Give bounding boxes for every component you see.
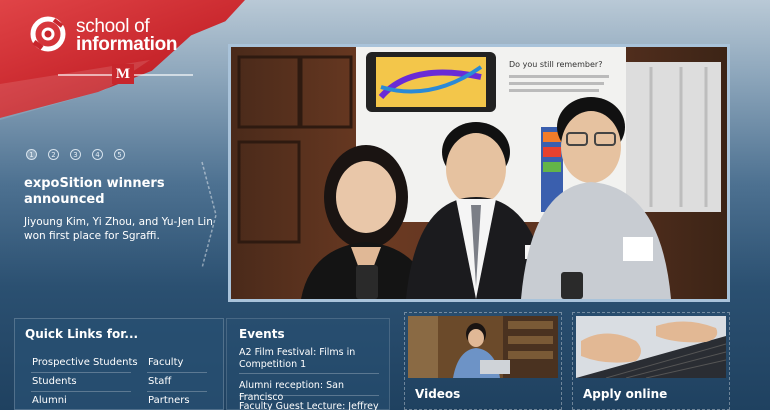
divider <box>31 372 131 373</box>
videos-tile[interactable]: Videos <box>404 312 562 410</box>
quick-link-partners[interactable]: Partners <box>148 395 190 406</box>
chevron-right-icon[interactable] <box>198 160 220 270</box>
poster-heading: Do you still remember? <box>509 60 602 69</box>
divider <box>31 391 131 392</box>
videos-thumbnail <box>408 316 558 378</box>
slider-dot-1[interactable]: 1 <box>26 149 37 160</box>
logo-text-line2: information <box>76 34 178 55</box>
quick-link-prospective-students[interactable]: Prospective Students <box>32 357 138 368</box>
feature-photo[interactable]: Do you still remember? <box>228 44 730 302</box>
quick-links-panel: Quick Links for... Prospective Students … <box>14 318 224 410</box>
slider-dot-5[interactable]: 5 <box>114 149 125 160</box>
divider <box>147 372 207 373</box>
slider-dot-2[interactable]: 2 <box>48 149 59 160</box>
videos-label: Videos <box>415 387 461 401</box>
events-panel: Events A2 Film Festival: Films in Compet… <box>226 318 390 410</box>
quick-link-faculty[interactable]: Faculty <box>148 357 183 368</box>
divider <box>239 373 379 374</box>
logo-mark-icon <box>30 16 66 52</box>
divider <box>147 391 207 392</box>
feature-photo-image: Do you still remember? <box>231 47 727 299</box>
quick-link-staff[interactable]: Staff <box>148 376 171 387</box>
slider-dot-4[interactable]: 4 <box>92 149 103 160</box>
quick-link-students[interactable]: Students <box>32 376 77 387</box>
slider-dot-3[interactable]: 3 <box>70 149 81 160</box>
apply-online-label: Apply online <box>583 387 668 401</box>
feature-headline[interactable]: expoSition winners announced <box>24 176 204 208</box>
events-title: Events <box>239 327 285 341</box>
apply-online-thumbnail <box>576 316 726 378</box>
event-item[interactable]: A2 Film Festival: Films in Competition 1 <box>239 347 384 371</box>
slider-dots: 1 2 3 4 5 <box>26 149 125 160</box>
quick-links-title: Quick Links for... <box>25 327 139 341</box>
apply-online-tile[interactable]: Apply online <box>572 312 730 410</box>
homepage: school of information M 1 2 3 4 5 expoSi… <box>0 0 770 410</box>
event-item[interactable]: Faculty Guest Lecture: Jeffrey <box>239 401 384 410</box>
quick-link-alumni[interactable]: Alumni <box>32 395 67 406</box>
feature-subtext: Jiyoung Kim, Yi Zhou, and Yu-Jen Lin won… <box>24 216 213 242</box>
university-m-badge: M <box>112 64 134 84</box>
divider <box>239 395 379 396</box>
